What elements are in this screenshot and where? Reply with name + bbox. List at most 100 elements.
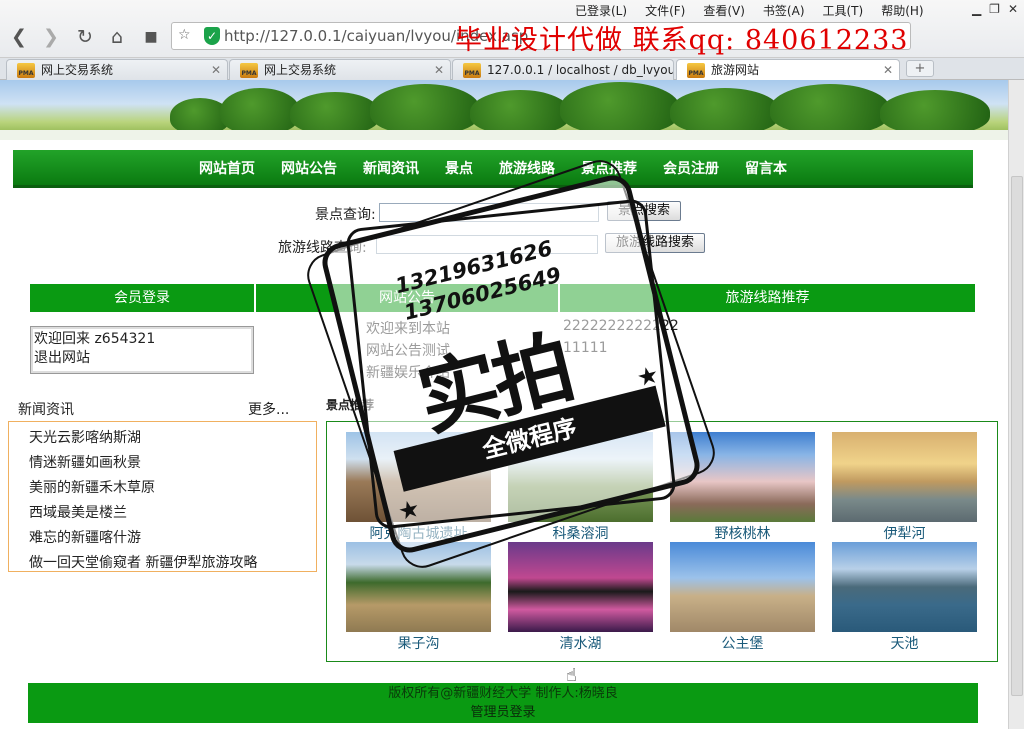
tab-travel-site[interactable]: PMA 旅游网站 ✕ [676,59,900,80]
shield-icon: ✓ [204,27,220,45]
pma-icon: PMA [463,63,481,78]
news-item[interactable]: 做一回天堂偷窥者 新疆伊犁旅游攻略 [29,552,257,572]
news-item[interactable]: 天光云影喀纳斯湖 [29,427,141,447]
route-item[interactable]: 11111 [563,340,608,356]
spot-card[interactable]: 伊犁河 [832,432,977,543]
minimize-icon[interactable]: ▁ [972,2,981,16]
spot-card[interactable]: 天池 [832,542,977,653]
menu-bookmarks[interactable]: 书签(A) [754,2,814,19]
maximize-icon[interactable]: ❐ [989,2,1000,16]
tree-shape [290,92,380,134]
bookmark-page-icon[interactable]: ■ [140,26,162,48]
welcome-text: 欢迎回来 z654321 [34,331,156,347]
spot-name[interactable]: 公主堡 [670,633,815,653]
news-list: 天光云影喀纳斯湖 情迷新疆如画秋景 美丽的新疆禾木草原 西域最美是楼兰 难忘的新… [8,421,317,572]
spot-card[interactable]: 清水湖 [508,542,653,653]
pma-icon: PMA [240,63,258,78]
tab-label: 127.0.0.1 / localhost / db_lvyou / u [487,63,674,77]
spot-name[interactable]: 科桑溶洞 [508,523,653,543]
member-login-header: 会员登录 [30,284,254,312]
tab-phpmyadmin[interactable]: PMA 127.0.0.1 / localhost / db_lvyou / u [452,59,674,80]
spot-search-button[interactable]: 景点搜索 [607,201,682,221]
news-title: 新闻资讯 [18,402,74,418]
tree-shape [220,88,300,134]
announcement-item[interactable]: 新疆娱乐介绍 [366,362,450,382]
copyright-text: 版权所有@新疆财经大学 制作人:杨晓良 [388,686,618,701]
tab-label: 网上交易系统 [264,63,337,77]
close-window-icon[interactable]: ✕ [1008,2,1018,16]
spot-photo[interactable] [508,542,653,632]
spot-recommend-title: 景点推荐 [326,398,375,412]
menu-file[interactable]: 文件(F) [636,2,694,19]
nav-spots[interactable]: 景点 [432,150,486,185]
forward-arrow-icon[interactable]: ❯ [40,26,62,48]
spot-card[interactable]: 公主堡 [670,542,815,653]
spot-search-input[interactable] [379,203,599,222]
vertical-scrollbar[interactable] [1008,80,1024,729]
menu-help[interactable]: 帮助(H) [872,2,932,19]
spot-card[interactable]: 果子沟 [346,542,491,653]
menu-view[interactable]: 查看(V) [694,2,754,19]
tab-label: 网上交易系统 [41,63,114,77]
tree-shape [470,90,570,134]
tab-trade-1[interactable]: PMA 网上交易系统 ✕ [6,59,228,80]
window-controls: ▁ ❐ ✕ [972,2,1018,16]
route-search-input[interactable] [376,235,598,254]
browser-chrome: 已登录(L) 文件(F) 查看(V) 书签(A) 工具(T) 帮助(H) ▁ ❐… [0,0,1024,58]
reload-icon[interactable]: ↻ [74,26,96,48]
close-tab-icon[interactable]: ✕ [883,60,893,80]
spot-card[interactable]: 野核桃林 [670,432,815,543]
scrollbar-thumb[interactable] [1011,176,1023,696]
home-icon[interactable]: ⌂ [106,26,128,48]
nav-news[interactable]: 新闻资讯 [350,150,432,185]
menu-tools[interactable]: 工具(T) [814,2,873,19]
tab-label: 旅游网站 [711,63,760,77]
spot-photo[interactable] [346,542,491,632]
spot-name[interactable]: 野核桃林 [670,523,815,543]
news-item[interactable]: 难忘的新疆喀什游 [29,527,141,547]
spot-photo[interactable] [670,542,815,632]
tab-trade-2[interactable]: PMA 网上交易系统 ✕ [229,59,451,80]
back-arrow-icon[interactable]: ❮ [8,26,30,48]
spot-card[interactable]: 科桑溶洞 [508,432,653,543]
admin-login-link[interactable]: 管理员登录 [28,703,978,722]
web-page: 网站首页 网站公告 新闻资讯 景点 旅游线路 景点推荐 会员注册 留言本 景点查… [0,80,1008,729]
spot-card[interactable]: 阿克陶古城遗址 [346,432,491,543]
spot-name[interactable]: 天池 [832,633,977,653]
spot-name[interactable]: 清水湖 [508,633,653,653]
menu-logged-in[interactable]: 已登录(L) [566,2,636,19]
nav-announcements[interactable]: 网站公告 [268,150,350,185]
announcement-item[interactable]: 欢迎来到本站 [366,318,450,338]
banner-image [0,80,1008,140]
news-item[interactable]: 情迷新疆如画秋景 [29,452,141,472]
nav-home[interactable]: 网站首页 [186,150,268,185]
news-more-link[interactable]: 更多... [248,399,289,419]
spot-name[interactable]: 果子沟 [346,633,491,653]
spot-photo[interactable] [832,432,977,522]
route-search-button[interactable]: 旅游线路搜索 [605,233,706,253]
new-tab-button[interactable]: + [906,60,934,77]
spot-search-label: 景点查询: [315,207,376,223]
nav-guestbook[interactable]: 留言本 [732,150,800,185]
announcement-item[interactable]: 网站公告测试 [366,340,450,360]
spot-name[interactable]: 阿克陶古城遗址 [346,523,491,543]
route-item[interactable]: 2222222222222 [563,318,679,334]
nav-routes[interactable]: 旅游线路 [486,150,568,185]
logout-link[interactable]: 退出网站 [34,349,250,368]
route-search-label: 旅游线路查询: [278,240,367,256]
news-item[interactable]: 美丽的新疆禾木草原 [29,477,155,497]
close-tab-icon[interactable]: ✕ [211,60,221,80]
tree-shape [370,84,480,134]
route-recommend-header: 旅游线路推荐 [560,284,975,312]
star-icon[interactable]: ☆ [178,27,191,43]
spot-name[interactable]: 伊犁河 [832,523,977,543]
spot-photo[interactable] [346,432,491,522]
close-tab-icon[interactable]: ✕ [434,60,444,80]
spot-photo[interactable] [832,542,977,632]
spot-photo[interactable] [508,432,653,522]
nav-spot-recommend[interactable]: 景点推荐 [568,150,650,185]
nav-register[interactable]: 会员注册 [650,150,732,185]
news-item[interactable]: 西域最美是楼兰 [29,502,127,522]
tree-shape [560,82,680,134]
spot-photo[interactable] [670,432,815,522]
